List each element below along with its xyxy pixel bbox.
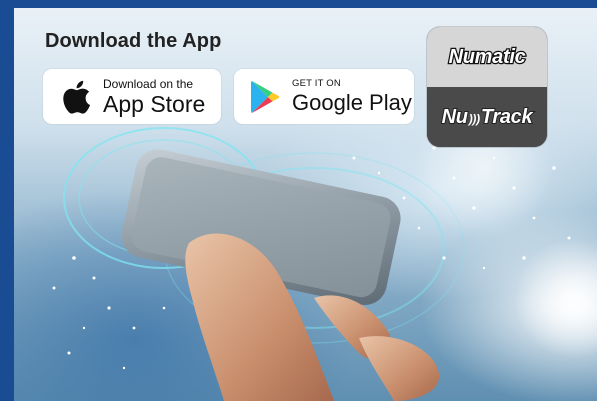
google-play-label: Google Play (292, 90, 412, 116)
nutrack-logo-track: Track (480, 105, 534, 129)
google-play-caption: GET IT ON (292, 77, 341, 89)
page-title: Download the App (45, 30, 222, 52)
app-store-label: App Store (103, 90, 206, 117)
hero-panel: Download the App Download on the App Sto… (14, 8, 597, 401)
signal-icon: ))) (468, 111, 480, 126)
brand-logo-card: Numatic Nu)))Track (427, 27, 547, 147)
page-frame: Download the App Download on the App Sto… (0, 0, 597, 401)
google-play-button[interactable]: GET IT ON Google Play (234, 69, 414, 124)
app-store-button[interactable]: Download on the App Store (43, 69, 221, 124)
numatic-logo: Numatic (427, 27, 547, 87)
app-store-caption: Download on the (103, 76, 194, 91)
numatic-logo-text: Numatic (447, 44, 527, 69)
nutrack-logo: Nu)))Track (427, 87, 547, 147)
apple-icon (49, 79, 103, 115)
google-play-icon (240, 80, 292, 114)
nutrack-logo-nu: Nu (441, 105, 469, 129)
